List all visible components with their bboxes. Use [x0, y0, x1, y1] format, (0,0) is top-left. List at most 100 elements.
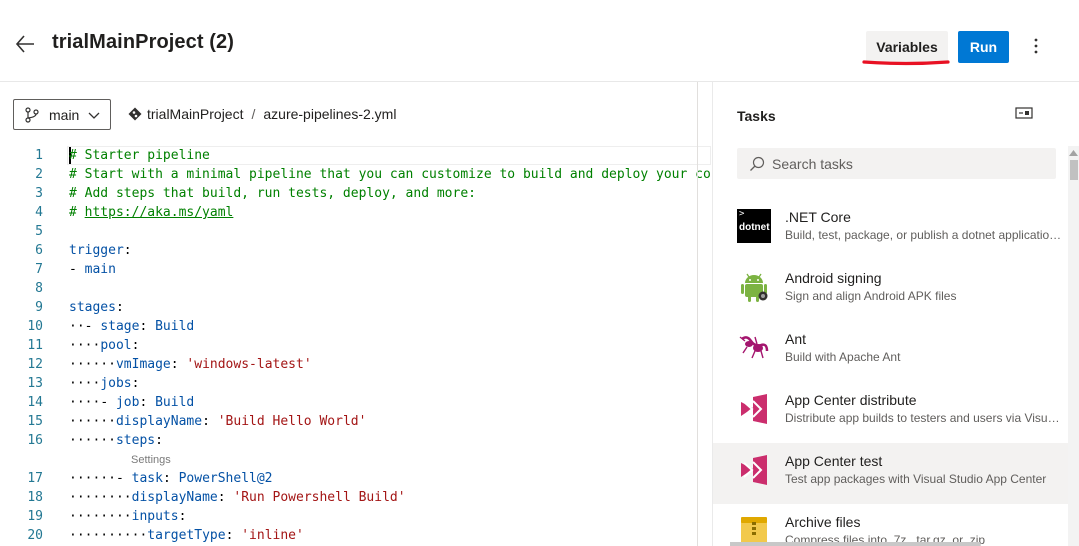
code-token[interactable]: https://aka.ms/yaml [85, 205, 234, 220]
code-token: ·· [69, 319, 85, 334]
breadcrumb-separator: / [251, 106, 256, 122]
code-token: stages [69, 300, 116, 315]
task-desc: Distribute app builds to testers and use… [785, 411, 1063, 425]
breadcrumb: trialMainProject / azure-pipelines-2.yml [128, 106, 396, 122]
task-name: Ant [785, 331, 807, 347]
tasks-panel-title: Tasks [737, 108, 776, 124]
run-button[interactable]: Run [958, 31, 1009, 63]
code-token: : [225, 528, 242, 543]
line-number: 3 [35, 186, 43, 201]
code-token: : [162, 471, 179, 486]
code-token: - [84, 319, 101, 334]
code-line: 13 ····jobs: [0, 374, 711, 393]
code-line: 5 [0, 222, 711, 241]
ant-icon [739, 336, 769, 359]
red-underline-annotation [862, 60, 950, 66]
line-number: 10 [27, 319, 43, 334]
code-token: - [69, 262, 85, 277]
horizontal-scrollbar[interactable] [730, 542, 980, 546]
more-vertical-icon [1034, 38, 1038, 54]
tasks-scrollbar[interactable] [1068, 146, 1079, 546]
code-token: ···· [69, 395, 101, 410]
code-text: # Add steps that build, run tests, deplo… [69, 184, 476, 203]
code-text: ··- stage: Build [69, 317, 194, 336]
line-number: 8 [35, 281, 43, 296]
line-number: 12 [27, 357, 43, 372]
code-token: - [115, 471, 132, 486]
scroll-up-icon[interactable] [1069, 150, 1078, 156]
code-token: 'Run Powershell Build' [233, 490, 406, 505]
code-token: task [131, 471, 163, 486]
code-token: ······ [69, 471, 116, 486]
code-token: : [115, 300, 124, 315]
code-line: 3 # Add steps that build, run tests, depl… [0, 184, 711, 203]
code-token: PowerShell@2 [178, 471, 273, 486]
task-item-ant[interactable]: Ant Build with Apache Ant [713, 321, 1069, 382]
code-text: ····pool: [69, 336, 139, 355]
line-number: 20 [27, 528, 43, 543]
code-token: Build [155, 319, 195, 334]
task-desc: Sign and align Android APK files [785, 289, 957, 303]
code-token: targetType [147, 528, 226, 543]
line-number: 1 [35, 148, 43, 163]
code-line: 4 # https://aka.ms/yaml [0, 203, 711, 222]
app-center-icon [741, 394, 767, 424]
yaml-editor[interactable]: 1 # Starter pipeline 2 # Start with a minim… [0, 146, 711, 546]
collapse-panel-button[interactable] [1015, 106, 1035, 122]
code-token: : [139, 319, 156, 334]
code-token: ········ [69, 509, 132, 524]
code-token: 'windows-latest' [186, 357, 312, 372]
code-text: ······- task: PowerShell@2 [69, 469, 273, 488]
code-line: 6 trigger: [0, 241, 711, 260]
code-text: - main [69, 260, 116, 279]
task-item-android-signing[interactable]: Android signing Sign and align Android A… [713, 260, 1069, 321]
search-tasks-input[interactable] [772, 148, 1052, 179]
code-token: - [100, 395, 116, 410]
code-line: 15 ······displayName: 'Build Hello World' [0, 412, 711, 431]
code-token: : [202, 414, 218, 429]
line-number: 11 [27, 338, 43, 353]
code-token: # [69, 205, 85, 220]
page-title: trialMainProject (2) [52, 31, 235, 53]
panel-divider[interactable] [697, 82, 698, 546]
code-token: displayName [115, 414, 203, 429]
back-button[interactable] [14, 30, 38, 58]
code-text: ······displayName: 'Build Hello World' [69, 412, 366, 431]
code-line: 7 - main [0, 260, 711, 279]
code-token: ···· [69, 376, 101, 391]
code-token: main [84, 262, 116, 277]
task-item-app-center-distribute[interactable]: App Center distribute Distribute app bui… [713, 382, 1069, 443]
more-options-button[interactable] [1026, 34, 1046, 60]
settings-codelens[interactable]: Settings [131, 453, 171, 468]
line-number: 13 [27, 376, 43, 391]
task-desc: Build, test, package, or publish a dotne… [785, 228, 1063, 242]
dotnet-badge-text: dotnet [739, 222, 770, 233]
line-number: 17 [27, 471, 43, 486]
breadcrumb-repo[interactable]: trialMainProject [147, 106, 243, 122]
code-text: ····- job: Build [69, 393, 194, 412]
task-name: Archive files [785, 514, 861, 530]
code-text: ····jobs: [69, 374, 139, 393]
app-center-icon [741, 455, 767, 485]
code-token: ······ [69, 357, 116, 372]
arrow-left-icon [15, 35, 34, 53]
code-text: ··········targetType: 'inline' [69, 526, 304, 545]
page-header: trialMainProject (2) Variables Run [0, 0, 1079, 82]
code-line: 17 ······- task: PowerShell@2 [0, 469, 711, 488]
code-text: stages: [69, 298, 124, 317]
code-token: pool [100, 338, 132, 353]
code-line: 2 # Start with a minimal pipeline that yo… [0, 165, 711, 184]
task-item-archive-files[interactable]: Archive files Compress files into .7z, .… [713, 504, 1069, 546]
tasks-scrollbar-thumb[interactable] [1070, 160, 1078, 180]
line-number: 19 [27, 509, 43, 524]
task-item-app-center-test[interactable]: App Center test Test app packages with V… [713, 443, 1069, 504]
task-item-dotnet-core[interactable]: > dotnet .NET Core Build, test, package,… [713, 199, 1069, 260]
task-desc: Test app packages with Visual Studio App… [785, 472, 1047, 486]
branch-selector[interactable]: main [13, 99, 111, 130]
code-token: vmImage [115, 357, 171, 372]
task-name: App Center test [785, 453, 883, 469]
code-line: 8 [0, 279, 711, 298]
android-icon [741, 273, 768, 302]
code-token: ········ [69, 490, 132, 505]
code-text: trigger: [69, 241, 132, 260]
